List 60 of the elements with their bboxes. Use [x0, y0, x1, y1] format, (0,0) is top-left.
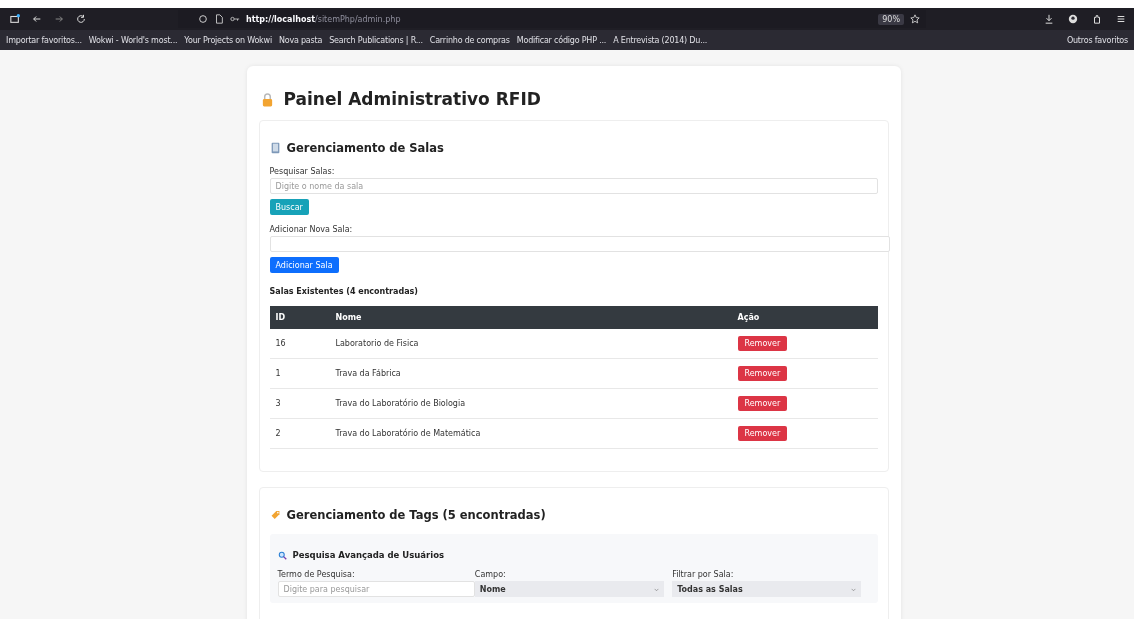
page-title: Painel Administrativo RFID [283, 89, 541, 109]
field-label: Adicionar Nova Sala: [269, 225, 353, 234]
chevron-down-icon [851, 586, 857, 592]
page-icon [214, 14, 224, 24]
star-icon[interactable] [910, 14, 920, 24]
table-cell: Trava do Laboratório de Matemática [329, 418, 732, 449]
key-icon [230, 14, 240, 24]
search-icon [277, 550, 287, 560]
shield-icon [198, 14, 208, 24]
column-header: Ação [731, 306, 878, 329]
bookmark-item[interactable]: Nova pasta [278, 35, 323, 45]
input-field[interactable] [269, 236, 890, 252]
remove-button[interactable]: Remover [737, 336, 788, 351]
bookmark-item[interactable]: Carrinho de compras [429, 35, 510, 45]
column-header: ID [269, 306, 330, 329]
section-heading: Gerenciamento de Salas [286, 141, 444, 155]
lock-icon [260, 91, 274, 107]
table-cell: 1 [269, 358, 330, 389]
tag-icon [269, 509, 281, 521]
field-label: Pesquisar Salas: [269, 167, 335, 176]
remove-button[interactable]: Remover [737, 366, 788, 381]
table-cell: 16 [269, 329, 330, 359]
field-label: Filtrar por Sala: [672, 570, 735, 579]
add-button[interactable]: Adicionar Sala [269, 257, 339, 273]
dropdown[interactable]: Todas as Salas [672, 581, 862, 597]
section-heading: Gerenciamento de Tags (5 encontradas) [286, 508, 546, 522]
bookmark-item[interactable]: Wokwi - World's most... [88, 35, 178, 45]
extensions-icon[interactable] [1092, 14, 1102, 24]
zoom-level[interactable]: 90% [878, 13, 904, 25]
input-field[interactable]: Digite o nome da sala [269, 178, 878, 194]
table-cell: Laboratorio de Fisica [329, 329, 732, 359]
back-icon[interactable] [32, 14, 42, 24]
tab-overview-icon[interactable] [10, 14, 20, 24]
url-text: http://localhost/sitemPhp/admin.php [246, 14, 401, 24]
table-cell: 3 [269, 388, 330, 419]
panel-heading: Pesquisa Avançada de Usuários [292, 550, 445, 560]
menu-icon[interactable] [1116, 14, 1126, 24]
field-label: Campo: [474, 570, 507, 579]
input-field[interactable]: Digite para pesquisar [277, 581, 475, 597]
list-heading: Salas Existentes (4 encontradas) [269, 287, 418, 296]
bookmark-item[interactable]: Search Publications | R... [329, 35, 423, 45]
dropdown[interactable]: Nome [474, 581, 665, 597]
bookmark-item[interactable]: Modificar código PHP ... [516, 35, 607, 45]
account-icon[interactable] [1068, 14, 1078, 24]
table-cell: Trava do Laboratório de Biologia [329, 388, 732, 419]
bookmark-item[interactable]: Importar favoritos... [6, 35, 82, 45]
column-header: Nome [329, 306, 732, 329]
reload-icon[interactable] [76, 14, 86, 24]
table-cell: 2 [269, 418, 330, 449]
field-label: Termo de Pesquisa: [277, 570, 356, 579]
forward-icon[interactable] [54, 14, 64, 24]
book-icon [269, 142, 281, 154]
remove-button[interactable]: Remover [737, 396, 788, 411]
chevron-down-icon [654, 586, 660, 592]
bookmark-item[interactable]: A Entrevista (2014) Du... [613, 35, 708, 45]
bookmark-item[interactable]: Your Projects on Wokwi [184, 35, 272, 45]
remove-button[interactable]: Remover [737, 426, 788, 441]
download-icon[interactable] [1044, 14, 1054, 24]
table-cell: Trava da Fábrica [329, 358, 732, 389]
bookmark-folder[interactable]: Outros favoritos [1066, 35, 1128, 45]
